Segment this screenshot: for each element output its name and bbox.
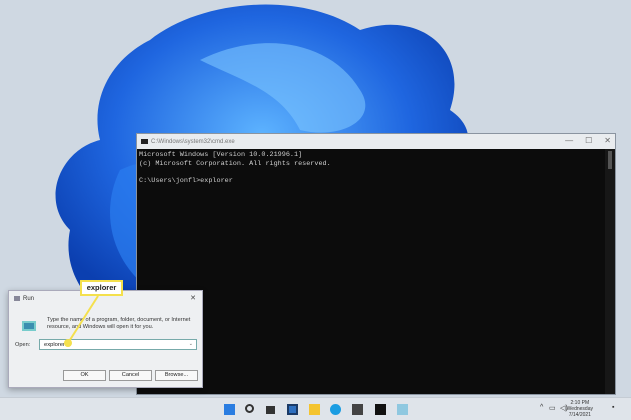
chevron-up-icon[interactable]: ^	[540, 404, 543, 411]
search-icon[interactable]	[245, 404, 254, 413]
network-icon[interactable]: ▭	[549, 404, 556, 412]
task-view-icon[interactable]	[266, 406, 275, 414]
widgets-icon[interactable]	[287, 404, 298, 415]
terminal-icon[interactable]	[375, 404, 386, 415]
file-explorer-icon[interactable]	[309, 404, 320, 415]
run-taskbar-icon[interactable]	[397, 404, 408, 415]
clock[interactable]: 2:10 PM Wednesday 7/14/2021	[567, 400, 593, 418]
callout-pointer	[64, 295, 99, 347]
start-icon[interactable]	[224, 404, 235, 415]
edge-icon[interactable]	[330, 404, 341, 415]
callout-label: explorer	[80, 280, 123, 296]
store-icon[interactable]	[352, 404, 363, 415]
date: 7/14/2021	[568, 412, 591, 418]
taskbar: ^ ▭ ◁) 2:10 PM Wednesday 7/14/2021 ▪	[0, 397, 631, 420]
notification-icon[interactable]: ▪	[612, 404, 614, 411]
